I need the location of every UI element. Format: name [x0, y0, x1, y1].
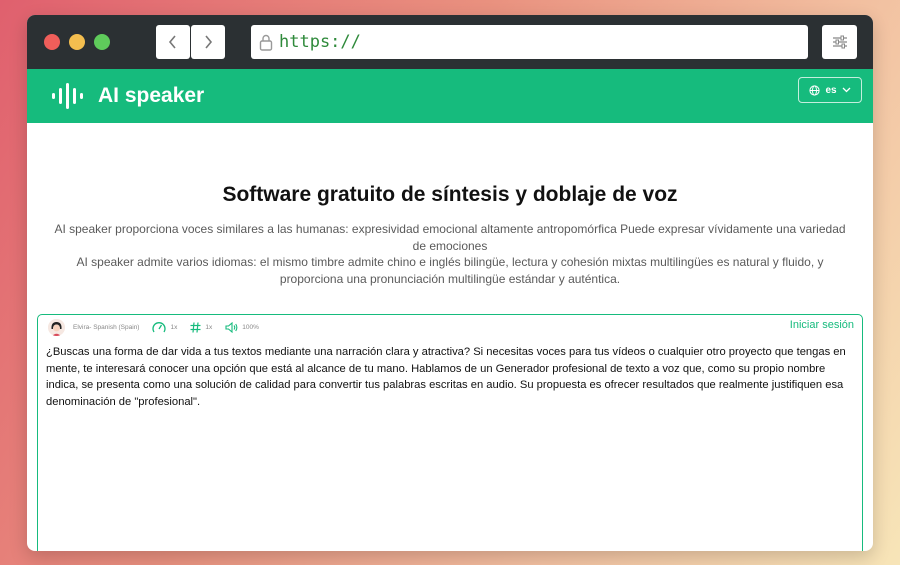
globe-icon	[809, 84, 821, 96]
page-description: AI speaker proporciona voces similares a…	[47, 221, 853, 287]
description-line-2: AI speaker admite varios idiomas: el mis…	[76, 255, 824, 286]
app-header: AI speaker es	[27, 69, 873, 123]
lock-icon	[259, 34, 273, 51]
editor-toolbar: Elvira- Spanish (Spain) 1x 1x 100% Inici…	[38, 315, 862, 339]
hash-icon	[190, 321, 201, 333]
minimize-window-button[interactable]	[69, 34, 85, 50]
page-title: Software gratuito de síntesis y doblaje …	[222, 183, 678, 206]
language-label: es	[825, 84, 837, 96]
avatar-image	[48, 318, 65, 336]
back-button[interactable]	[156, 25, 190, 59]
tts-editor: Elvira- Spanish (Spain) 1x 1x 100% Inici…	[37, 314, 863, 551]
chevron-right-icon	[205, 35, 213, 49]
login-link[interactable]: Iniciar sesión	[790, 319, 854, 331]
sliders-icon	[832, 35, 847, 49]
volume-value: 100%	[242, 323, 259, 331]
chevron-down-icon	[842, 87, 851, 93]
pitch-control[interactable]: 1x	[190, 321, 213, 333]
voice-selector[interactable]: Elvira- Spanish (Spain)	[73, 324, 139, 331]
speedometer-icon	[152, 322, 167, 333]
main-content: Software gratuito de síntesis y doblaje …	[27, 123, 873, 551]
maximize-window-button[interactable]	[94, 34, 110, 50]
language-selector[interactable]: es	[798, 77, 862, 103]
browser-settings-button[interactable]	[822, 25, 857, 59]
address-bar[interactable]: https://	[251, 25, 808, 59]
close-window-button[interactable]	[44, 34, 60, 50]
sound-wave-icon[interactable]	[51, 82, 83, 110]
editor-textarea[interactable]: ¿Buscas una forma de dar vida a tus text…	[38, 339, 862, 410]
description-line-1: AI speaker proporciona voces similares a…	[54, 222, 846, 253]
chevron-left-icon	[168, 35, 176, 49]
forward-button[interactable]	[191, 25, 225, 59]
browser-window: https:// AI speaker es Software gratuito…	[27, 15, 873, 551]
brand-name[interactable]: AI speaker	[98, 84, 204, 108]
pitch-value: 1x	[205, 323, 213, 331]
speed-value: 1x	[170, 323, 178, 331]
speed-control[interactable]: 1x	[152, 321, 177, 333]
browser-toolbar: https://	[27, 15, 873, 69]
url-text: https://	[279, 32, 361, 52]
voice-avatar[interactable]	[48, 318, 65, 336]
volume-control[interactable]: 100%	[225, 321, 259, 333]
volume-icon	[225, 321, 238, 333]
